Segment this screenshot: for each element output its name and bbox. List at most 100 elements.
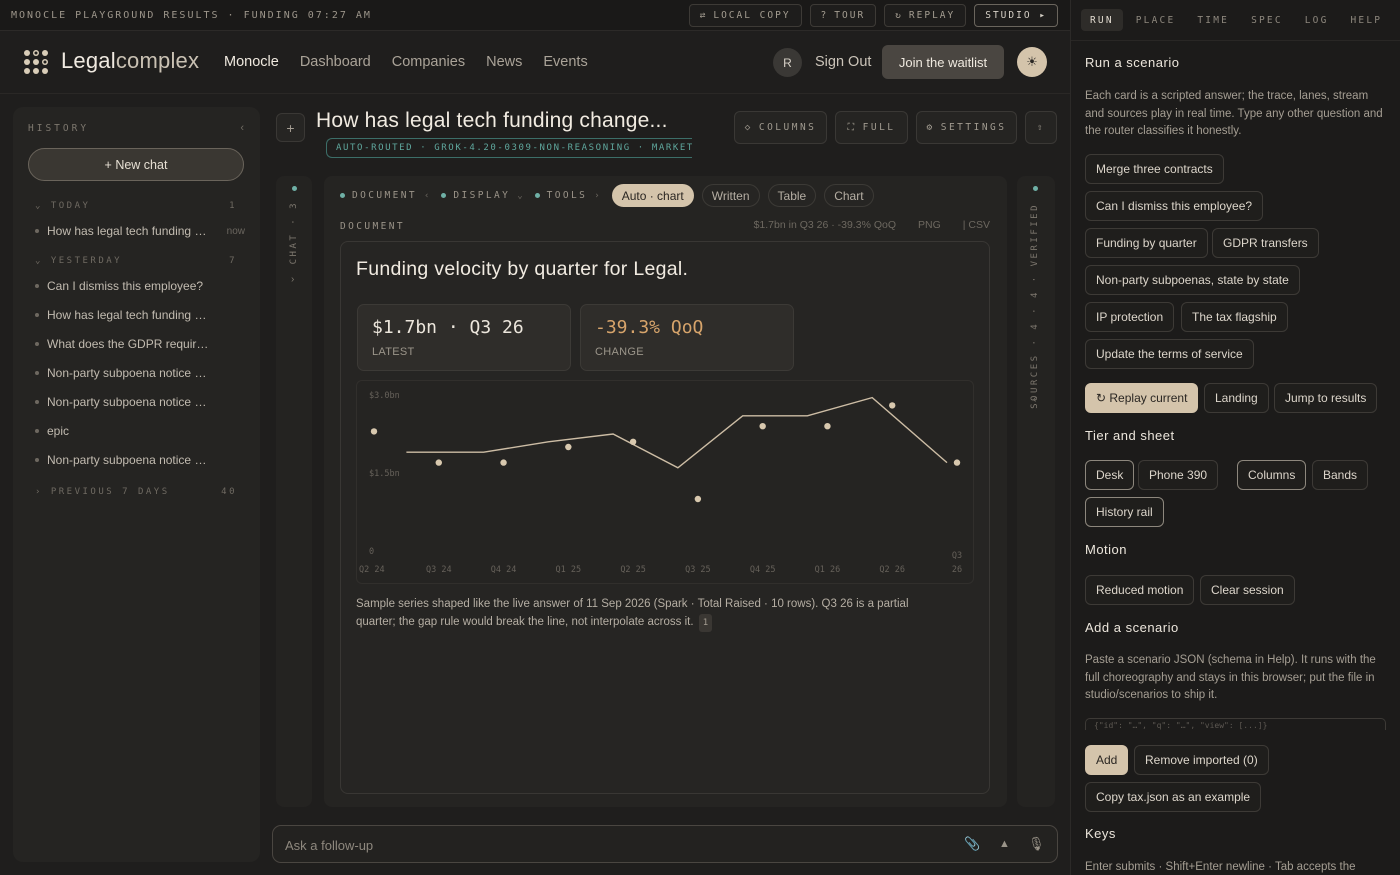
x-tick-label: Q2 26 [879, 565, 905, 575]
replay-button[interactable]: ↻ REPLAY [884, 4, 967, 27]
microphone-icon[interactable]: 🎙 [1028, 836, 1045, 852]
scenario-the-tax-flagship[interactable]: The tax flagship [1181, 302, 1288, 332]
history-item[interactable]: How has legal tech funding c... now [35, 224, 245, 238]
collapse-icon[interactable]: ‹ [240, 122, 244, 134]
logo-icon[interactable] [24, 50, 48, 74]
chevron-icon: ‹ [423, 190, 430, 201]
share-button[interactable]: ⇧ [1025, 111, 1057, 144]
tier-history-rail[interactable]: History rail [1085, 497, 1164, 527]
remove-imported-button[interactable]: Remove imported (0) [1134, 745, 1269, 775]
nav-events[interactable]: Events [543, 54, 587, 70]
funding-chart[interactable]: $3.0bn $1.5bn 0 Q2 24 Q3 24 Q4 24 Q1 25 Q2 25 Q3… [356, 380, 974, 584]
tool-button-label: SETTINGS [940, 122, 1007, 133]
history-item[interactable]: How has legal tech funding cha... [35, 308, 245, 322]
nav-companies[interactable]: Companies [392, 54, 465, 70]
view-pill-written[interactable]: Written [701, 184, 760, 207]
reduced-motion-button[interactable]: Reduced motion [1085, 575, 1195, 605]
citation-badge[interactable]: 1 [698, 614, 713, 632]
tab-help[interactable]: HELP [1342, 9, 1392, 31]
group-today[interactable]: ⌄ TODAY 1 [35, 201, 237, 211]
scenario-funding-by-quarter[interactable]: Funding by quarter [1085, 228, 1208, 258]
landing-button[interactable]: Landing [1204, 383, 1269, 413]
scenario-can-i-dismiss-this-employee[interactable]: Can I dismiss this employee? [1085, 191, 1264, 221]
strip-status: MONOCLE PLAYGROUND RESULTS · FUNDING 07:… [11, 10, 372, 21]
bullet-icon [35, 400, 39, 404]
view-pill-table[interactable]: Table [767, 184, 817, 207]
group-previous[interactable]: › PREVIOUS 7 DAYS 40 [35, 487, 237, 497]
jump-to-results-button[interactable]: Jump to results [1274, 383, 1378, 413]
nav-dashboard[interactable]: Dashboard [300, 54, 371, 70]
settings-button[interactable]: ⚙ SETTINGS [916, 111, 1017, 144]
full-button[interactable]: ⛶ FULL [835, 111, 908, 144]
copy-example-button[interactable]: Copy tax.json as an example [1085, 782, 1262, 812]
local-copy-button[interactable]: ⇄ LOCAL COPY [688, 4, 802, 27]
history-item[interactable]: Non-party subpoena notice rule... [35, 395, 245, 409]
chat-lane[interactable]: CHAT · 3 › [276, 176, 312, 807]
add-tab-button[interactable]: + [276, 113, 305, 142]
tab-log[interactable]: LOG [1296, 9, 1338, 31]
new-chat-button[interactable]: + New chat [28, 148, 244, 181]
tab-run[interactable]: RUN [1081, 9, 1123, 31]
history-item[interactable]: epic [35, 424, 245, 438]
nav-news[interactable]: News [486, 54, 522, 70]
tab-place[interactable]: PLACE [1127, 9, 1185, 31]
avatar[interactable]: R [773, 48, 802, 77]
sign-out-link[interactable]: Sign Out [815, 54, 871, 70]
tier-title: Tier and sheet [1085, 428, 1175, 443]
scenario-json-input[interactable]: {"id": "…", "q": "…", "view": [...]} [1085, 718, 1386, 730]
tab-label: DOCUMENT [352, 190, 417, 201]
group-today-count: 1 [229, 201, 237, 211]
sources-lane[interactable]: SOURCES · 4 · 4 · VERIFIED ‹ [1017, 176, 1055, 807]
tier-bands[interactable]: Bands [1312, 460, 1369, 490]
full-icon: ⛶ [847, 122, 857, 133]
x-tick-label: Q2 25 [620, 565, 646, 575]
bullet-icon [35, 313, 39, 317]
tab-tools[interactable]: TOOLS › [534, 190, 600, 201]
history-item[interactable]: What does the GDPR require bef... [35, 337, 245, 351]
studio-button[interactable]: STUDIO ▸ [974, 4, 1058, 27]
scenario-merge-three-contracts[interactable]: Merge three contracts [1085, 154, 1224, 184]
bullet-icon [35, 371, 39, 375]
clear-session-button[interactable]: Clear session [1200, 575, 1295, 605]
tour-button[interactable]: ? TOUR [809, 4, 877, 27]
view-pill-chart[interactable]: Chart [824, 184, 874, 207]
history-item[interactable]: Non-party subpoena notice rule... [35, 453, 245, 467]
add-title: Add a scenario [1085, 620, 1179, 635]
brand-name[interactable]: Legalcomplex [61, 48, 199, 74]
tab-spec[interactable]: SPEC [1242, 9, 1292, 31]
send-icon[interactable]: ▲ [999, 838, 1010, 850]
png-export-link[interactable]: PNG [918, 219, 941, 231]
scenario-gdpr-transfers[interactable]: GDPR transfers [1212, 228, 1319, 258]
csv-export-link[interactable]: | CSV [963, 219, 990, 231]
history-item[interactable]: Can I dismiss this employee? [35, 279, 245, 293]
nav-monocle[interactable]: Monocle [224, 54, 279, 70]
tool-button-label: COLUMNS [758, 122, 817, 133]
tier-phone-390[interactable]: Phone 390 [1138, 460, 1219, 490]
join-waitlist-button[interactable]: Join the waitlist [882, 45, 1004, 79]
scenario-ip-protection[interactable]: IP protection [1085, 302, 1175, 332]
view-pill-auto-chart[interactable]: Auto · chart [611, 184, 694, 207]
tab-document[interactable]: DOCUMENT ‹ [340, 190, 429, 201]
attach-icon[interactable]: 📎 [964, 836, 980, 852]
tab-display[interactable]: DISPLAY ⌄ [441, 190, 523, 201]
tier-desk[interactable]: Desk [1085, 460, 1135, 490]
scenario-non-party-subpoenas-state-by-state[interactable]: Non-party subpoenas, state by state [1085, 265, 1300, 295]
data-point [629, 438, 637, 445]
replay-current-button[interactable]: ↻ Replay current [1085, 383, 1199, 413]
sun-icon[interactable]: ☀ [1017, 47, 1047, 77]
tab-time[interactable]: TIME [1188, 9, 1238, 31]
follow-up-input[interactable] [285, 835, 935, 855]
status-dot [534, 193, 540, 198]
y-tick-label: $3.0bn [369, 391, 400, 401]
scenario-update-the-terms-of-service[interactable]: Update the terms of service [1085, 339, 1254, 369]
stat-change: -39.3% QoQ CHANGE [580, 304, 794, 371]
strip-button-label: TOUR [834, 10, 866, 21]
x-tick-label: Q3 25 [685, 565, 711, 575]
history-item-label: epic [47, 424, 70, 438]
columns-button[interactable]: ◇ COLUMNS [734, 111, 827, 144]
history-item[interactable]: Non-party subpoena notice rule... [35, 366, 245, 380]
tier-columns[interactable]: Columns [1237, 460, 1307, 490]
group-yesterday[interactable]: ⌄ YESTERDAY 7 [35, 256, 237, 266]
add-scenario-button[interactable]: Add [1085, 745, 1129, 775]
document-panel: DOCUMENT ‹ DISPLAY ⌄ TOOLS › Auto · chart Writt… [324, 176, 1007, 807]
